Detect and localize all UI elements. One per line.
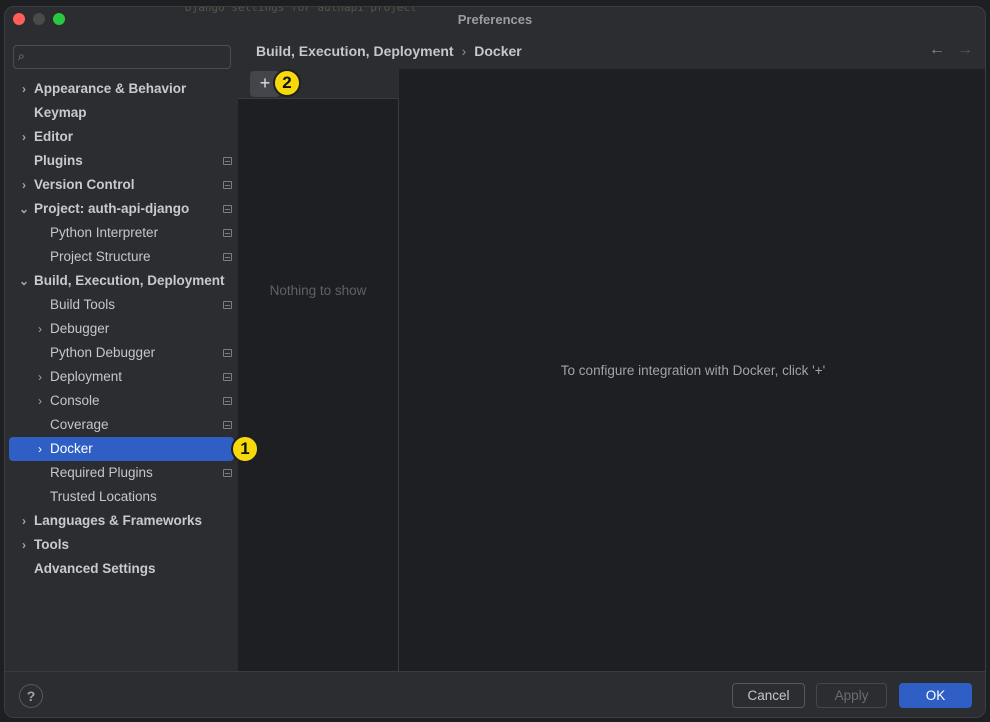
preferences-window: Django settings for authapi project Pref… <box>4 6 986 718</box>
sidebar-item-label: Build, Execution, Deployment <box>34 273 225 288</box>
sidebar-item-deployment[interactable]: › Deployment <box>5 365 238 389</box>
dialog-footer: ? Cancel Apply OK <box>5 671 985 717</box>
sidebar-item-project-auth-api-django[interactable]: ⌄ Project: auth-api-django <box>5 197 238 221</box>
sidebar-item-build-tools[interactable]: Build Tools <box>5 293 238 317</box>
sidebar-item-label: Keymap <box>34 105 87 120</box>
sidebar-item-label: Python Debugger <box>50 345 156 360</box>
title-bar: Django settings for authapi project Pref… <box>5 7 985 33</box>
sidebar-item-label: Console <box>50 393 100 408</box>
project-level-icon <box>223 301 232 309</box>
sidebar-item-label: Languages & Frameworks <box>34 513 203 528</box>
project-level-icon <box>223 373 232 381</box>
sidebar-item-trusted-locations[interactable]: Trusted Locations <box>5 485 238 509</box>
sidebar-item-plugins[interactable]: Plugins <box>5 149 238 173</box>
cancel-button[interactable]: Cancel <box>732 683 805 708</box>
window-title: Preferences <box>457 12 533 27</box>
project-level-icon <box>223 157 232 165</box>
sidebar-item-label: Coverage <box>50 417 109 432</box>
project-level-icon <box>223 469 232 477</box>
sidebar-item-label: Docker <box>50 441 93 456</box>
sidebar-item-python-debugger[interactable]: Python Debugger <box>5 341 238 365</box>
project-level-icon <box>223 397 232 405</box>
sidebar-item-label: Python Interpreter <box>50 225 159 240</box>
breadcrumb-parent[interactable]: Build, Execution, Deployment <box>256 43 454 59</box>
apply-button[interactable]: Apply <box>816 683 887 708</box>
breadcrumb-current: Docker <box>474 43 522 59</box>
sidebar-item-console[interactable]: › Console <box>5 389 238 413</box>
project-level-icon <box>223 421 232 429</box>
breadcrumb: Build, Execution, Deployment › Docker <box>256 43 522 59</box>
chevron-right-icon[interactable]: › <box>34 437 46 461</box>
docker-connections-list[interactable]: Nothing to show <box>238 99 399 671</box>
sidebar-item-tools[interactable]: › Tools <box>5 533 238 557</box>
empty-list-text: Nothing to show <box>269 283 367 298</box>
sidebar-item-required-plugins[interactable]: Required Plugins <box>5 461 238 485</box>
project-level-icon <box>223 229 232 237</box>
ok-button[interactable]: OK <box>899 683 972 708</box>
sidebar-item-label: Tools <box>34 537 69 552</box>
chevron-right-icon[interactable]: › <box>34 389 46 413</box>
sidebar-item-advanced-settings[interactable]: Advanced Settings <box>5 557 238 581</box>
docker-toolbar: + <box>238 69 399 99</box>
sidebar-item-label: Project Structure <box>50 249 151 264</box>
sidebar-item-project-structure[interactable]: Project Structure <box>5 245 238 269</box>
sidebar-item-editor[interactable]: › Editor <box>5 125 238 149</box>
chevron-right-icon[interactable]: › <box>34 317 46 341</box>
back-arrow-icon[interactable]: ← <box>929 41 945 58</box>
sidebar-item-python-interpreter[interactable]: Python Interpreter <box>5 221 238 245</box>
settings-content: Build, Execution, Deployment › Docker ← → +… <box>238 33 985 671</box>
sidebar-item-languages-frameworks[interactable]: › Languages & Frameworks <box>5 509 238 533</box>
sidebar-item-label: Advanced Settings <box>34 561 156 576</box>
help-button[interactable]: ? <box>19 684 43 708</box>
search-icon: ⌕ <box>18 49 25 63</box>
chevron-right-icon[interactable]: › <box>18 125 30 149</box>
chevron-right-icon[interactable]: › <box>18 509 30 533</box>
step-marker-2: 2 <box>273 69 301 97</box>
sidebar-item-build-execution-deployment[interactable]: ⌄ Build, Execution, Deployment <box>5 269 238 293</box>
project-level-icon <box>223 181 232 189</box>
sidebar-item-coverage[interactable]: Coverage <box>5 413 238 437</box>
sidebar-item-keymap[interactable]: Keymap <box>5 101 238 125</box>
chevron-down-icon[interactable]: ⌄ <box>18 269 30 293</box>
history-navigation: ← → <box>917 41 973 59</box>
sidebar-item-debugger[interactable]: › Debugger <box>5 317 238 341</box>
chevron-right-icon[interactable]: › <box>18 173 30 197</box>
sidebar-item-label: Trusted Locations <box>50 489 157 504</box>
chevron-right-icon[interactable]: › <box>18 533 30 557</box>
sidebar-item-label: Required Plugins <box>50 465 153 480</box>
settings-tree: › Appearance & Behavior Keymap › Editor Plugi… <box>5 77 238 581</box>
project-level-icon <box>223 253 232 261</box>
settings-sidebar: ⌕ › Appearance & Behavior Keymap › Editor Plu… <box>5 33 238 671</box>
sidebar-item-appearance-behavior[interactable]: › Appearance & Behavior <box>5 77 238 101</box>
chevron-down-icon[interactable]: ⌄ <box>18 197 30 221</box>
sidebar-item-label: Project: auth-api-django <box>34 201 190 216</box>
content-header: Build, Execution, Deployment › Docker ← → <box>238 33 985 69</box>
sidebar-item-label: Build Tools <box>50 297 116 312</box>
chevron-right-icon[interactable]: › <box>34 365 46 389</box>
sidebar-item-version-control[interactable]: › Version Control <box>5 173 238 197</box>
settings-search-input[interactable]: ⌕ <box>13 45 231 69</box>
breadcrumb-separator: › <box>461 43 467 59</box>
configuration-hint: To configure integration with Docker, cl… <box>560 363 826 378</box>
sidebar-item-label: Deployment <box>50 369 123 384</box>
sidebar-item-label: Version Control <box>34 177 135 192</box>
sidebar-item-label: Plugins <box>34 153 83 168</box>
project-level-icon <box>223 205 232 213</box>
sidebar-item-label: Editor <box>34 129 73 144</box>
sidebar-item-label: Appearance & Behavior <box>34 81 187 96</box>
step-marker-1: 1 <box>231 435 259 463</box>
sidebar-item-docker[interactable]: › Docker <box>9 437 234 461</box>
chevron-right-icon[interactable]: › <box>18 77 30 101</box>
sidebar-item-label: Debugger <box>50 321 110 336</box>
project-level-icon <box>223 349 232 357</box>
forward-arrow-icon[interactable]: → <box>957 41 973 58</box>
